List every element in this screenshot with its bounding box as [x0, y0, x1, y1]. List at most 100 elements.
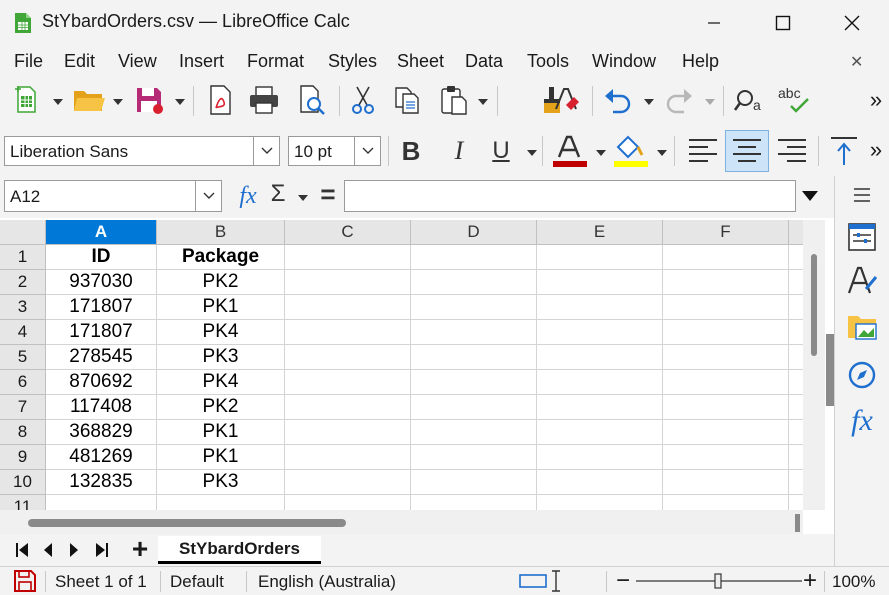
italic-button[interactable]: I: [444, 134, 474, 168]
table-cell[interactable]: [411, 445, 537, 470]
column-header-partial[interactable]: [789, 220, 803, 245]
redo-dropdown-arrow[interactable]: [705, 99, 715, 105]
table-cell[interactable]: [537, 420, 663, 445]
scrollbar-resize-handle[interactable]: [795, 514, 800, 532]
table-cell[interactable]: PK2: [157, 270, 285, 295]
menu-sheet[interactable]: Sheet: [397, 51, 444, 72]
zoom-slider[interactable]: [634, 571, 804, 591]
row-header[interactable]: 5: [0, 345, 46, 370]
table-cell[interactable]: 171807: [46, 320, 157, 345]
name-box-dropdown-button[interactable]: [195, 181, 221, 211]
table-cell[interactable]: PK3: [157, 470, 285, 495]
font-color-button[interactable]: [550, 132, 588, 170]
menu-edit[interactable]: Edit: [64, 51, 95, 72]
table-cell[interactable]: [285, 270, 411, 295]
table-cell[interactable]: [537, 370, 663, 395]
column-header-d[interactable]: D: [411, 220, 537, 245]
table-cell[interactable]: [537, 245, 663, 270]
table-cell[interactable]: PK1: [157, 295, 285, 320]
clear-formatting-button[interactable]: [549, 83, 583, 117]
column-header-e[interactable]: E: [537, 220, 663, 245]
menu-view[interactable]: View: [118, 51, 157, 72]
table-cell[interactable]: [157, 495, 285, 510]
table-cell[interactable]: [663, 370, 789, 395]
table-cell[interactable]: [663, 470, 789, 495]
row-header[interactable]: 9: [0, 445, 46, 470]
table-cell[interactable]: [663, 270, 789, 295]
table-cell[interactable]: Package: [157, 245, 285, 270]
table-cell[interactable]: [663, 320, 789, 345]
expand-formula-bar-button[interactable]: [798, 186, 822, 206]
table-cell[interactable]: [537, 470, 663, 495]
font-size-dropdown-button[interactable]: [354, 137, 380, 165]
row-header[interactable]: 6: [0, 370, 46, 395]
save-button[interactable]: [131, 83, 167, 117]
table-cell[interactable]: PK2: [157, 395, 285, 420]
font-name-combobox[interactable]: Liberation Sans: [4, 136, 280, 166]
table-cell[interactable]: [663, 445, 789, 470]
table-cell[interactable]: [285, 245, 411, 270]
sum-dropdown-arrow[interactable]: [298, 195, 308, 201]
open-dropdown-arrow[interactable]: [113, 99, 123, 105]
table-cell[interactable]: [537, 295, 663, 320]
export-pdf-button[interactable]: [204, 83, 238, 117]
menu-tools[interactable]: Tools: [527, 51, 569, 72]
table-cell[interactable]: [46, 495, 157, 510]
page-style[interactable]: Default: [170, 572, 224, 592]
align-center-button[interactable]: [725, 130, 769, 172]
menu-insert[interactable]: Insert: [179, 51, 224, 72]
menu-window[interactable]: Window: [592, 51, 656, 72]
function-wizard-button[interactable]: fx: [234, 182, 262, 210]
table-cell[interactable]: [663, 420, 789, 445]
row-header[interactable]: 3: [0, 295, 46, 320]
table-cell[interactable]: [789, 295, 803, 320]
table-cell[interactable]: [411, 420, 537, 445]
open-button[interactable]: [70, 83, 108, 117]
paste-dropdown-arrow[interactable]: [478, 99, 488, 105]
table-cell[interactable]: [411, 295, 537, 320]
table-cell[interactable]: PK4: [157, 370, 285, 395]
table-cell[interactable]: [663, 245, 789, 270]
underline-dropdown-arrow[interactable]: [527, 150, 537, 156]
select-all-corner[interactable]: [0, 220, 46, 245]
table-cell[interactable]: PK4: [157, 320, 285, 345]
sidebar-navigator-button[interactable]: [845, 358, 879, 392]
table-cell[interactable]: [663, 345, 789, 370]
table-cell[interactable]: [789, 395, 803, 420]
table-cell[interactable]: [285, 320, 411, 345]
table-cell[interactable]: [537, 445, 663, 470]
table-cell[interactable]: [285, 470, 411, 495]
table-cell[interactable]: [411, 345, 537, 370]
row-header[interactable]: 2: [0, 270, 46, 295]
table-cell[interactable]: [537, 495, 663, 510]
menu-file[interactable]: File: [14, 51, 43, 72]
row-header[interactable]: 11: [0, 495, 46, 510]
highlight-color-button[interactable]: [611, 132, 649, 170]
spreadsheet-grid[interactable]: A B C D E F 1 ID Package 2 937030 PK2 3 171807 P…: [0, 220, 803, 510]
document-modified-indicator[interactable]: [12, 569, 38, 593]
table-cell[interactable]: [789, 245, 803, 270]
table-cell[interactable]: ID: [46, 245, 157, 270]
sum-button[interactable]: Σ: [266, 180, 290, 208]
last-sheet-button[interactable]: [92, 540, 112, 560]
table-cell[interactable]: [285, 295, 411, 320]
column-header-b[interactable]: B: [157, 220, 285, 245]
table-cell[interactable]: 870692: [46, 370, 157, 395]
table-cell[interactable]: [789, 470, 803, 495]
sheet-tab-active[interactable]: StYbardOrders: [158, 536, 321, 564]
table-cell[interactable]: [789, 270, 803, 295]
table-cell[interactable]: 481269: [46, 445, 157, 470]
close-document-button[interactable]: ✕: [850, 52, 863, 72]
table-cell[interactable]: [411, 320, 537, 345]
column-header-c[interactable]: C: [285, 220, 411, 245]
first-sheet-button[interactable]: [12, 540, 32, 560]
maximize-button[interactable]: [753, 0, 813, 46]
align-bottom-button[interactable]: [826, 132, 862, 170]
add-sheet-button[interactable]: +: [128, 533, 152, 564]
table-cell[interactable]: [411, 270, 537, 295]
formula-input[interactable]: [344, 180, 796, 212]
table-cell[interactable]: [789, 495, 803, 510]
column-header-a[interactable]: A: [46, 220, 157, 245]
table-cell[interactable]: [663, 295, 789, 320]
menu-format[interactable]: Format: [247, 51, 304, 72]
